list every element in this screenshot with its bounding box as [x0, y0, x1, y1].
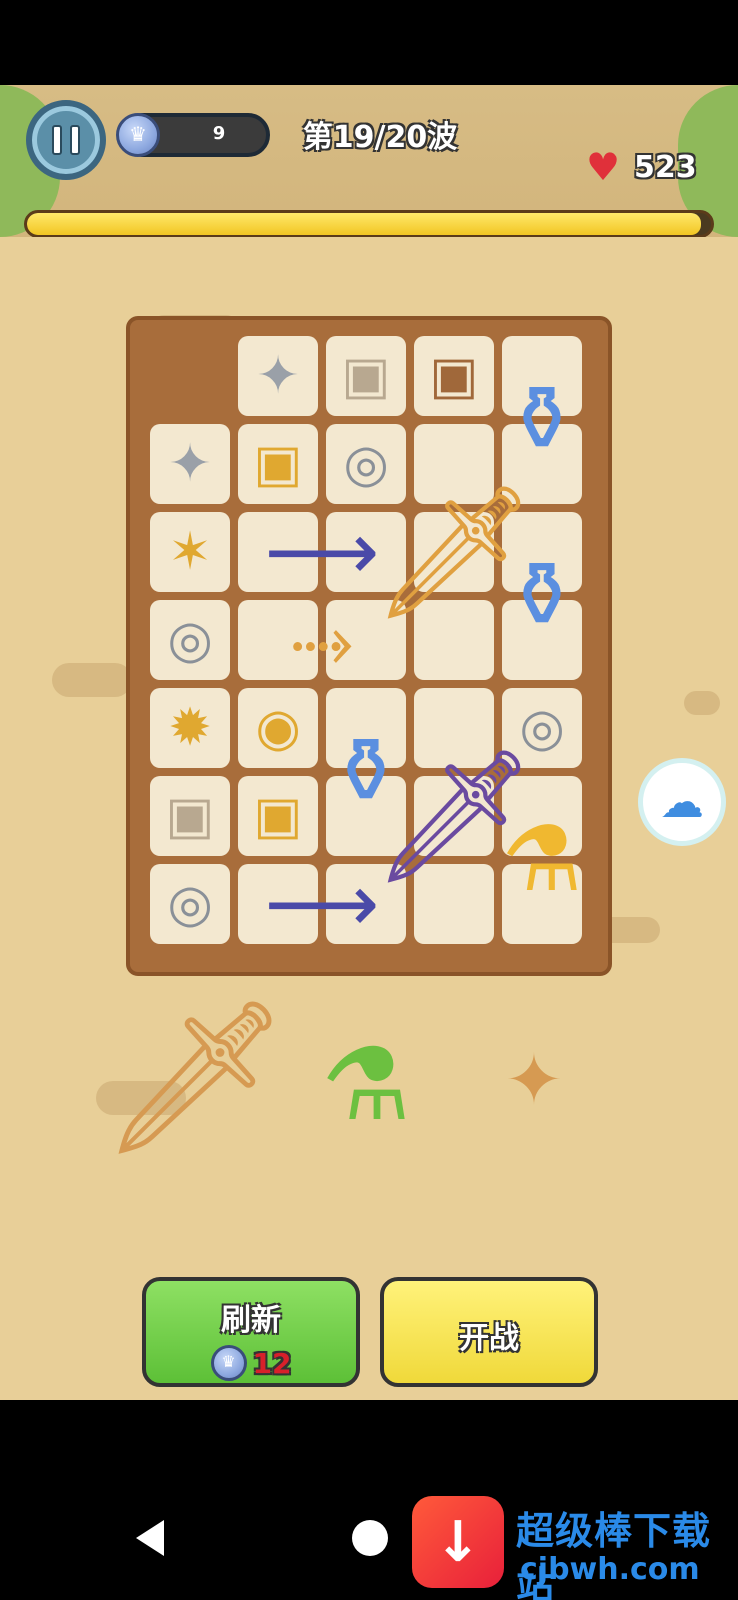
ring-silver-icon[interactable]: ◎ [150, 600, 230, 680]
potion-yellow-icon[interactable]: ⚗ [502, 776, 583, 944]
bronze-shuriken-icon[interactable]: ✦ [494, 1040, 574, 1120]
shuriken-gold-icon[interactable]: ✶ [150, 512, 230, 592]
knife-gold-icon[interactable]: ⤑ [238, 600, 406, 680]
wave-label: 第19/20波 [302, 120, 458, 155]
chest-gold-icon[interactable]: ▣ [238, 776, 318, 856]
wooden-sword-icon[interactable]: 🗡 [100, 958, 290, 1198]
inventory-board: ✦ ▣ ▣ ⚱ ✦ ▣ ◎ 🗡 ✶ ⟶ ⚱ ◎ ⤑ ✹ ◉ ⚱ 🗡 ◎ ▣ ▣ ⚗ ◎ ⟶ [126, 316, 612, 976]
pause-icon-bar [70, 125, 80, 155]
heart-icon: ♥ [586, 145, 621, 189]
wave-progress-fill [27, 213, 701, 235]
crown-gem-icon [116, 113, 160, 157]
ring-gold-icon[interactable]: ◉ [238, 688, 318, 768]
refresh-cost-value: 12 [252, 1346, 292, 1380]
status-bar-area [0, 0, 738, 85]
start-battle-button[interactable]: 开战 [380, 1277, 598, 1387]
gem-counter: 9 [116, 113, 270, 157]
refresh-button[interactable]: 刷新 12 [142, 1277, 360, 1387]
ground-patch [52, 663, 132, 697]
gem-count: 9 [212, 123, 226, 144]
watermark-url: cjbwh.com [520, 1552, 700, 1587]
spear-blue-icon[interactable]: ⟶ [238, 864, 406, 944]
cloud-button[interactable]: ☁ [638, 758, 726, 846]
spear-blue-icon[interactable]: ⟶ [238, 512, 406, 592]
ground-patch [684, 691, 720, 715]
back-nav-icon[interactable] [136, 1520, 164, 1556]
ring-silver-icon[interactable]: ◎ [502, 688, 582, 768]
chest-silver-icon[interactable]: ▣ [150, 776, 230, 856]
potion-blue-tall-icon[interactable]: ⚱ [502, 512, 582, 680]
chest-silver-icon[interactable]: ▣ [326, 336, 406, 416]
sword-gold-large-icon[interactable]: 🗡 [371, 424, 536, 680]
home-nav-icon[interactable] [352, 1520, 388, 1556]
pause-button[interactable] [26, 100, 106, 180]
refresh-cost: 12 [146, 1345, 356, 1381]
crown-gem-icon [210, 1345, 247, 1381]
watermark-logo: ↓ [412, 1496, 504, 1588]
shuriken-silver-icon[interactable]: ✦ [150, 424, 230, 504]
chest-wood-icon[interactable]: ▣ [414, 336, 494, 416]
chest-gold-icon[interactable]: ▣ [238, 424, 318, 504]
staff-purple-icon[interactable]: 🗡 [371, 688, 536, 944]
refresh-label: 刷新 [221, 1303, 281, 1338]
shuriken-star-gold-icon[interactable]: ✹ [150, 688, 230, 768]
pause-icon [52, 125, 62, 155]
shuriken-silver-icon[interactable]: ✦ [238, 336, 318, 416]
health-value: 523 [634, 150, 697, 185]
ring-silver-icon[interactable]: ◎ [150, 864, 230, 944]
wave-progress-bar [24, 210, 714, 238]
cloud-icon: ☁ [660, 776, 704, 828]
start-battle-label: 开战 [459, 1321, 519, 1356]
green-vial-icon[interactable]: ⚗ [321, 1020, 411, 1150]
